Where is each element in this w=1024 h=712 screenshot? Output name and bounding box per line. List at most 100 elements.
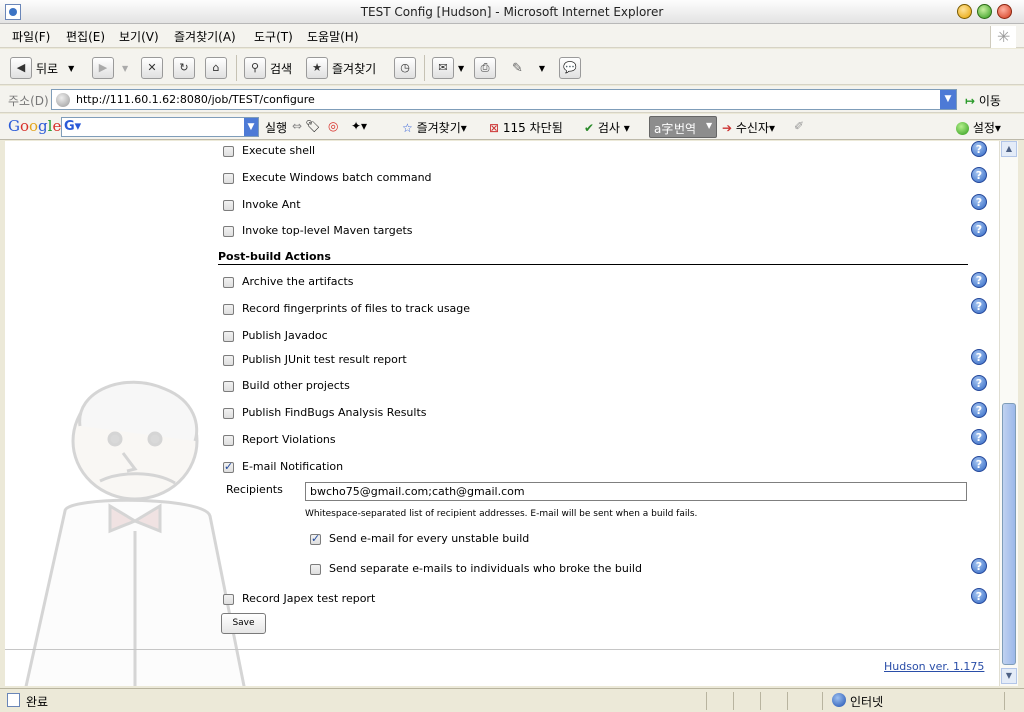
report-violations-checkbox[interactable] <box>223 434 234 446</box>
record-japex-checkbox[interactable] <box>223 593 234 605</box>
spell-check-button[interactable]: ✔ 검사 ▾ <box>584 119 630 136</box>
send-to-label: 수신자 <box>735 121 770 135</box>
post-build-row: Report Violations <box>223 433 336 446</box>
scroll-down-arrow-icon[interactable]: ▼ <box>1001 668 1017 684</box>
menu-view[interactable]: 보기(V) <box>119 28 159 45</box>
publish-findbugs-checkbox[interactable] <box>223 407 234 419</box>
messenger-icon: 💬 <box>559 57 581 79</box>
edit-dropdown-icon[interactable]: ▼ <box>539 64 545 73</box>
record-fingerprints-checkbox[interactable] <box>223 303 234 315</box>
invoke-maven-checkbox[interactable] <box>223 225 234 237</box>
security-zone-text: 인터넷 <box>850 695 884 709</box>
recipients-input[interactable]: bwcho75@gmail.com;cath@gmail.com <box>305 482 967 501</box>
google-search-input[interactable]: G▾ ▼ <box>61 117 259 137</box>
messenger-button[interactable]: 💬 <box>559 56 581 80</box>
help-icon[interactable]: ? <box>971 167 987 183</box>
back-dropdown-icon[interactable]: ▼ <box>68 64 74 73</box>
publish-javadoc-checkbox[interactable] <box>223 330 234 342</box>
save-button[interactable]: Save <box>221 613 266 634</box>
forward-button[interactable]: ▶ ▼ <box>92 56 128 80</box>
address-url[interactable]: http://111.60.1.62:8080/job/TEST/configu… <box>76 93 315 106</box>
address-label: 주소(D) <box>8 94 49 108</box>
invoke-ant-checkbox[interactable] <box>223 199 234 211</box>
google-g-icon[interactable]: G▾ <box>64 119 81 134</box>
translate-button[interactable]: a字 번역 ▼ <box>649 116 717 138</box>
address-input[interactable]: http://111.60.1.62:8080/job/TEST/configu… <box>51 89 957 110</box>
post-build-row: Build other projects <box>223 379 350 392</box>
popup-blocker-button[interactable]: ⊠ 115 차단됨 <box>489 119 563 136</box>
settings-button[interactable]: 설정▾ <box>956 119 1001 136</box>
help-icon[interactable]: ? <box>971 402 987 418</box>
menu-edit[interactable]: 편집(E) <box>66 28 105 45</box>
vertical-scrollbar[interactable]: ▲ ▼ <box>999 141 1018 686</box>
archive-artifacts-checkbox[interactable] <box>223 276 234 288</box>
email-option-label: Send separate e-mails to individuals who… <box>329 562 642 575</box>
build-other-projects-checkbox[interactable] <box>223 380 234 392</box>
edit-button[interactable]: ✎ ▼ <box>512 56 545 80</box>
back-label: 뒤로 <box>36 61 59 76</box>
minimize-button[interactable] <box>957 4 972 19</box>
unstable-build-email-checkbox[interactable] <box>310 532 321 545</box>
help-icon[interactable]: ? <box>971 588 987 604</box>
highlight-marker-icon[interactable]: ✐ <box>794 119 804 133</box>
email-option-label: Send e-mail for every unstable build <box>329 532 530 545</box>
menu-favorites[interactable]: 즐겨찾기(A) <box>174 28 236 45</box>
post-build-row: Publish FindBugs Analysis Results <box>223 406 427 419</box>
email-notification-checkbox[interactable] <box>223 460 234 473</box>
mail-dropdown-icon[interactable]: ▼ <box>458 64 464 73</box>
pagerank-icon[interactable]: 🏷 <box>305 119 320 133</box>
post-build-label: E-mail Notification <box>242 460 344 473</box>
execute-windows-batch-checkbox[interactable] <box>223 172 234 184</box>
print-button[interactable]: ⎙ <box>474 56 496 80</box>
separate-emails-checkbox[interactable] <box>310 563 321 575</box>
forward-dropdown-icon[interactable]: ▼ <box>122 64 128 73</box>
help-icon[interactable]: ? <box>971 456 987 472</box>
status-divider <box>1004 692 1005 710</box>
home-button[interactable]: ⌂ <box>205 56 227 80</box>
history-button[interactable]: ◷ <box>394 56 416 80</box>
hudson-version-link[interactable]: Hudson ver. 1.175 <box>884 660 984 673</box>
google-favorites-label: 즐겨찾기 <box>416 121 461 135</box>
search-label: 검색 <box>270 61 293 76</box>
menu-tools[interactable]: 도구(T) <box>254 28 293 45</box>
execute-shell-checkbox[interactable] <box>223 145 234 157</box>
go-button[interactable]: ↦ 이동 <box>965 92 1001 109</box>
favorites-button[interactable]: ★ 즐겨찾기 <box>306 56 376 80</box>
send-to-button[interactable]: ➔ 수신자▾ <box>722 119 775 136</box>
google-logo[interactable]: Google <box>8 117 61 135</box>
help-icon[interactable]: ? <box>971 272 987 288</box>
google-bookmark-icon[interactable]: ✦▾ <box>351 119 367 133</box>
publish-junit-checkbox[interactable] <box>223 354 234 366</box>
status-divider <box>822 692 823 710</box>
help-icon[interactable]: ? <box>971 375 987 391</box>
help-icon[interactable]: ? <box>971 349 987 365</box>
search-magnifier-icon: ⚲ <box>244 57 266 79</box>
scroll-up-arrow-icon[interactable]: ▲ <box>1001 141 1017 157</box>
help-icon[interactable]: ? <box>971 558 987 574</box>
google-search-dropdown-icon[interactable]: ▼ <box>244 118 258 136</box>
help-icon[interactable]: ? <box>971 221 987 237</box>
help-icon[interactable]: ? <box>971 141 987 157</box>
google-favorites-button[interactable]: ☆ 즐겨찾기▾ <box>402 119 467 136</box>
post-build-row: Archive the artifacts <box>223 275 354 288</box>
help-icon[interactable]: ? <box>971 298 987 314</box>
mail-button[interactable]: ✉ ▼ <box>432 56 464 80</box>
google-spell-icon[interactable]: ◎ <box>328 119 338 133</box>
printer-icon: ⎙ <box>474 57 496 79</box>
google-run-button[interactable]: 실행 <box>265 119 287 136</box>
menu-file[interactable]: 파일(F) <box>12 28 50 45</box>
menu-help[interactable]: 도움말(H) <box>307 28 359 45</box>
popup-blocked-count: 115 차단됨 <box>502 121 563 135</box>
refresh-button[interactable]: ↻ <box>173 56 195 80</box>
close-button[interactable] <box>997 4 1012 19</box>
help-icon[interactable]: ? <box>971 194 987 210</box>
scroll-thumb[interactable] <box>1002 403 1016 665</box>
search-button[interactable]: ⚲ 검색 <box>244 56 292 80</box>
maximize-button[interactable] <box>977 4 992 19</box>
status-divider <box>787 692 788 710</box>
help-icon[interactable]: ? <box>971 429 987 445</box>
stop-button[interactable]: ✕ <box>141 56 163 80</box>
back-button[interactable]: ◀ 뒤로 ▼ <box>10 56 74 80</box>
address-dropdown-icon[interactable]: ▼ <box>940 90 956 109</box>
build-step-row: Invoke top-level Maven targets <box>223 224 413 237</box>
